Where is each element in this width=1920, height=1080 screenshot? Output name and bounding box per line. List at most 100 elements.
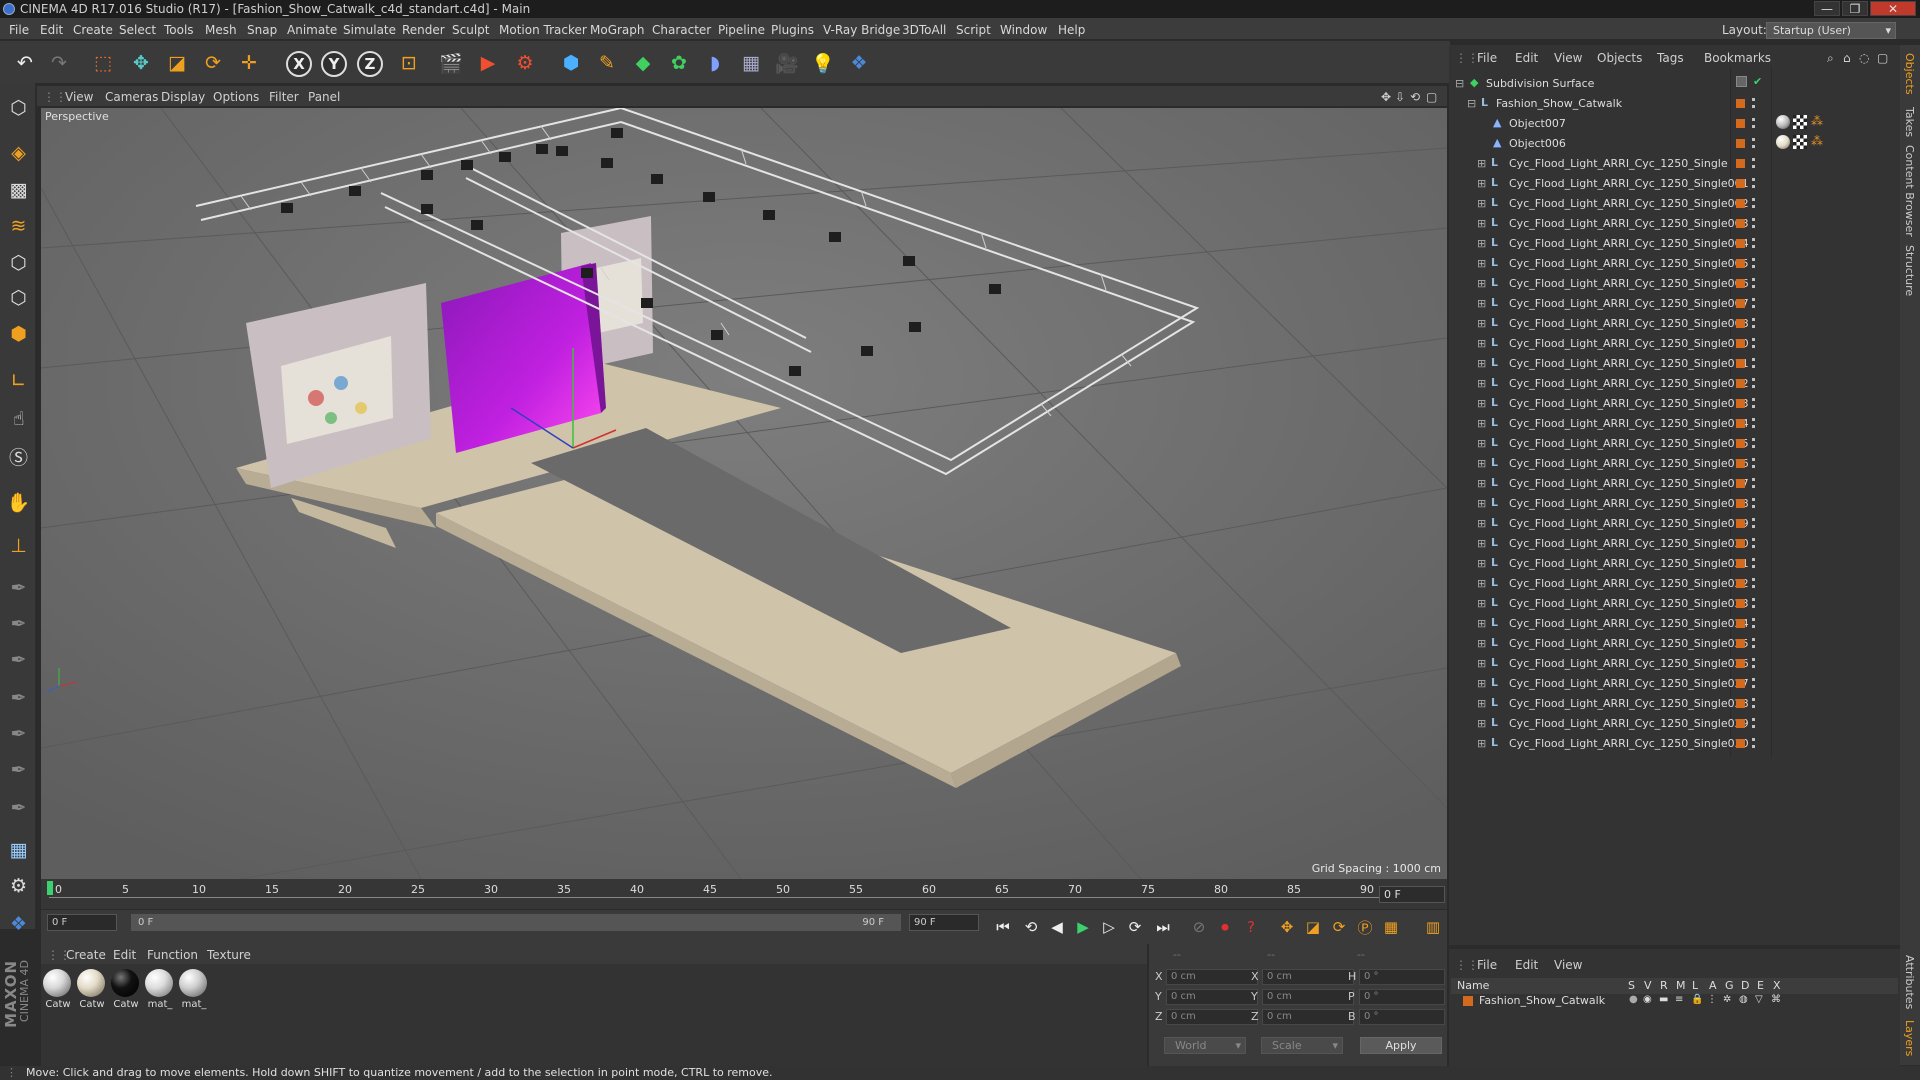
layer-color-chip[interactable] — [1736, 639, 1745, 648]
layer-color-chip[interactable] — [1736, 179, 1745, 188]
layer-color-chip[interactable] — [1736, 359, 1745, 368]
object-row-light[interactable]: ⊞ Ⅼ Cyc_Flood_Light_ARRI_Cyc_1250_Single02… — [1449, 633, 1900, 653]
object-row-light[interactable]: ⊞ Ⅼ Cyc_Flood_Light_ARRI_Cyc_1250_Single02… — [1449, 593, 1900, 613]
visibility-dots-icon[interactable] — [1752, 538, 1755, 548]
tab-structure[interactable]: Structure — [1903, 245, 1916, 296]
menu-motion-tracker[interactable]: Motion Tracker — [499, 23, 587, 37]
position-x-field[interactable]: 0 cm — [1166, 969, 1258, 985]
object-row-object007[interactable]: ▲ Object007 ⁂ — [1449, 113, 1900, 133]
expand-icon[interactable]: ⊞ — [1477, 357, 1486, 370]
visibility-dots-icon[interactable] — [1752, 598, 1755, 608]
pen-spline-icon[interactable]: ✎ — [592, 48, 622, 78]
menu-edit[interactable]: Edit — [40, 23, 63, 37]
expand-icon[interactable]: ⊞ — [1477, 637, 1486, 650]
search-icon[interactable]: ⌕ — [1827, 51, 1834, 66]
menu-character[interactable]: Character — [652, 23, 711, 37]
expand-icon[interactable]: ⊞ — [1477, 297, 1486, 310]
expand-icon[interactable]: ⊞ — [1477, 537, 1486, 550]
size-y-field[interactable]: 0 cm — [1262, 989, 1354, 1005]
points-mode-icon[interactable]: ⬡ — [4, 248, 33, 278]
menu-sculpt[interactable]: Sculpt — [452, 23, 489, 37]
object-row-light[interactable]: ⊞ Ⅼ Cyc_Flood_Light_ARRI_Cyc_1250_Single01… — [1449, 333, 1900, 353]
object-row-light[interactable]: ⊞ Ⅼ Cyc_Flood_Light_ARRI_Cyc_1250_Single00… — [1449, 193, 1900, 213]
expand-icon[interactable]: ⊞ — [1477, 397, 1486, 410]
layer-color-chip[interactable] — [1736, 479, 1745, 488]
layer-menu-file[interactable]: File — [1477, 958, 1497, 972]
menu-simulate[interactable]: Simulate — [343, 23, 396, 37]
visibility-dots-icon[interactable] — [1752, 98, 1755, 108]
object-menu-objects[interactable]: Objects — [1597, 51, 1642, 65]
visibility-dots-icon[interactable] — [1752, 498, 1755, 508]
object-row-light[interactable]: ⊞ Ⅼ Cyc_Flood_Light_ARRI_Cyc_1250_Single — [1449, 153, 1900, 173]
object-row-light[interactable]: ⊞ Ⅼ Cyc_Flood_Light_ARRI_Cyc_1250_Single01… — [1449, 493, 1900, 513]
end-frame-field[interactable]: 90 F — [909, 914, 979, 931]
expand-icon[interactable]: ⊞ — [1477, 437, 1486, 450]
layer-menu-edit[interactable]: Edit — [1515, 958, 1538, 972]
object-row-light[interactable]: ⊞ Ⅼ Cyc_Flood_Light_ARRI_Cyc_1250_Single01… — [1449, 453, 1900, 473]
visibility-dots-icon[interactable] — [1752, 638, 1755, 648]
layer-color-chip[interactable] — [1736, 619, 1745, 628]
expand-icon[interactable]: ⊞ — [1477, 317, 1486, 330]
size-z-field[interactable]: 0 cm — [1262, 1009, 1354, 1025]
expand-icon[interactable]: ⊞ — [1477, 677, 1486, 690]
layer-color-chip[interactable] — [1736, 399, 1745, 408]
snap-icon[interactable]: Ⓢ — [4, 441, 33, 471]
layer-color-chip[interactable] — [1736, 239, 1745, 248]
enable-axis-icon[interactable]: ∟ — [4, 366, 33, 396]
layer-color-chip[interactable] — [1736, 119, 1745, 128]
visibility-dots-icon[interactable] — [1752, 198, 1755, 208]
tab-objects[interactable]: Objects — [1903, 53, 1916, 95]
play-icon[interactable]: ▶ — [1071, 915, 1095, 939]
3d-viewport[interactable]: Perspective Grid Spacing : 1000 cm — [41, 108, 1447, 879]
tab-attributes[interactable]: Attributes — [1903, 955, 1916, 1009]
object-row-light[interactable]: ⊞ Ⅼ Cyc_Flood_Light_ARRI_Cyc_1250_Single01… — [1449, 373, 1900, 393]
playhead-marker[interactable] — [47, 881, 53, 895]
viewport-menu-display[interactable]: Display — [161, 90, 205, 104]
visibility-dots-icon[interactable] — [1752, 338, 1755, 348]
visibility-dots-icon[interactable] — [1752, 378, 1755, 388]
transform-mode-select[interactable]: Scale ▾ — [1261, 1037, 1343, 1054]
object-menu-view[interactable]: View — [1554, 51, 1582, 65]
size-x-field[interactable]: 0 cm — [1262, 969, 1354, 985]
layer-color-chip[interactable] — [1736, 319, 1745, 328]
viewport-menu-filter[interactable]: Filter — [269, 90, 299, 104]
paint-icon[interactable]: ▦ — [4, 835, 33, 865]
rotation-p-field[interactable]: 0 ° — [1359, 989, 1445, 1005]
menu-create[interactable]: Create — [73, 23, 113, 37]
y-axis-lock-button[interactable]: Y — [321, 51, 347, 77]
viewport-zoom-icon[interactable]: ⇩ — [1395, 90, 1405, 104]
visibility-dots-icon[interactable] — [1752, 278, 1755, 288]
z-axis-lock-button[interactable]: Z — [357, 51, 383, 77]
move-tool-button[interactable]: ✥ — [126, 48, 156, 78]
view-toggle-icon[interactable]: ◉ — [1643, 994, 1652, 1005]
visibility-dots-icon[interactable] — [1752, 298, 1755, 308]
make-editable-icon[interactable]: ⬡ — [4, 93, 33, 123]
go-to-start-icon[interactable]: ⏮ — [991, 915, 1015, 939]
layer-color-chip[interactable] — [1736, 139, 1745, 148]
layer-color-chip[interactable] — [1736, 659, 1745, 668]
material-menu-texture[interactable]: Texture — [207, 948, 251, 962]
current-frame-field[interactable]: 0 F — [1379, 886, 1445, 903]
material-menu-function[interactable]: Function — [147, 948, 198, 962]
object-row-light[interactable]: ⊞ Ⅼ Cyc_Flood_Light_ARRI_Cyc_1250_Single01… — [1449, 353, 1900, 373]
object-menu-tags[interactable]: Tags — [1657, 51, 1684, 65]
expand-icon[interactable]: ⊞ — [1477, 417, 1486, 430]
tab-content-browser[interactable]: Content Browser — [1903, 145, 1916, 237]
polygons-mode-icon[interactable]: ⬢ — [4, 319, 33, 349]
redo-button[interactable]: ↷ — [44, 48, 74, 78]
viewport-move-icon[interactable]: ✥ — [1381, 90, 1391, 104]
light-object-icon[interactable]: 💡 — [808, 48, 838, 78]
xref-toggle-icon[interactable]: ⌘ — [1771, 994, 1781, 1005]
visibility-dots-icon[interactable] — [1752, 678, 1755, 688]
subdivision-surface-icon[interactable]: ◆ — [628, 48, 658, 78]
expand-icon[interactable]: ⊞ — [1477, 257, 1486, 270]
menu-tools[interactable]: Tools — [164, 23, 194, 37]
visibility-dots-icon[interactable] — [1752, 718, 1755, 728]
layer-col-solo[interactable]: S — [1628, 979, 1635, 992]
object-row-light[interactable]: ⊞ Ⅼ Cyc_Flood_Light_ARRI_Cyc_1250_Single00… — [1449, 313, 1900, 333]
object-row-light[interactable]: ⊞ Ⅼ Cyc_Flood_Light_ARRI_Cyc_1250_Single00… — [1449, 273, 1900, 293]
layer-color-chip[interactable] — [1736, 499, 1745, 508]
workplane-mode-icon[interactable]: ≋ — [4, 211, 33, 241]
camera-object-icon[interactable]: 🎥 — [772, 48, 802, 78]
layer-color-chip[interactable] — [1736, 76, 1747, 87]
